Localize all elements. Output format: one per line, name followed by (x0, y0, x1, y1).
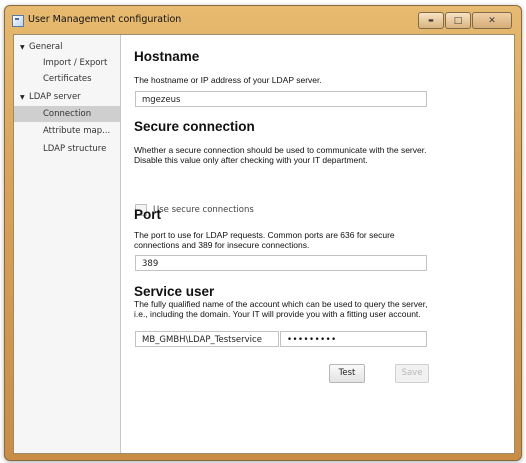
hostname-input[interactable]: mgezeus (135, 91, 427, 107)
port-heading: Port (134, 207, 161, 222)
service-user-password-input[interactable]: ••••••••• (280, 331, 427, 347)
sidebar-item-label: Import / Export (43, 58, 108, 68)
sidebar-item-connection[interactable]: Connection (14, 106, 120, 122)
test-button[interactable]: Test (329, 364, 365, 383)
sidebar-group-label: General (29, 42, 63, 52)
service-user-description: The fully qualified name of the account … (134, 299, 428, 319)
port-input[interactable]: 389 (135, 255, 427, 271)
service-user-username-input[interactable]: MB_GMBH\LDAP_Testservice (135, 331, 279, 347)
hostname-heading: Hostname (134, 49, 200, 64)
secure-connection-heading: Secure connection (134, 119, 255, 134)
secure-connection-description: Whether a secure connection should be us… (134, 145, 427, 165)
connection-settings-panel: Hostname The hostname or IP address of y… (132, 35, 512, 453)
save-button[interactable]: Save (395, 364, 429, 383)
sidebar-item-label: LDAP structure (43, 144, 107, 154)
expand-arrow-icon[interactable]: ▼ (20, 90, 25, 105)
hostname-description: The hostname or IP address of your LDAP … (134, 75, 322, 85)
sidebar-item-import-export[interactable]: Import / Export (14, 56, 120, 71)
sidebar-group-label: LDAP server (29, 92, 81, 102)
service-user-heading: Service user (134, 284, 215, 299)
window-title: User Management configuration (28, 14, 182, 25)
sidebar-nav: ▼ General Import / Export Certificates ▼… (14, 35, 121, 453)
close-icon: ✕ (488, 15, 496, 26)
sidebar-item-ldap-structure[interactable]: LDAP structure (14, 142, 120, 157)
sidebar-item-label: Certificates (43, 74, 92, 84)
sidebar-item-attribute-map[interactable]: Attribute map... (14, 124, 120, 139)
sidebar-group-general[interactable]: ▼ General (14, 40, 120, 55)
close-button[interactable]: ✕ (472, 12, 512, 29)
minimize-icon: ▬ (428, 17, 434, 24)
minimize-button[interactable]: ▬ (418, 12, 444, 29)
app-icon (12, 15, 24, 27)
sidebar-item-certificates[interactable]: Certificates (14, 72, 120, 87)
maximize-icon: □ (453, 15, 463, 26)
port-description: The port to use for LDAP requests. Commo… (134, 230, 395, 250)
checkbox-label: Use secure connections (153, 205, 254, 215)
app-window: User Management configuration ▬ □ ✕ ▼ Ge… (4, 5, 522, 461)
dialog-body: ▼ General Import / Export Certificates ▼… (13, 34, 515, 454)
sidebar-item-label: Connection (43, 109, 92, 119)
expand-arrow-icon[interactable]: ▼ (20, 40, 25, 55)
maximize-button[interactable]: □ (445, 12, 471, 29)
window-controls: ▬ □ ✕ (417, 12, 512, 29)
sidebar-group-ldap-server[interactable]: ▼ LDAP server (14, 90, 120, 105)
title-bar[interactable]: User Management configuration ▬ □ ✕ (5, 6, 521, 34)
sidebar-item-label: Attribute map... (43, 126, 111, 136)
